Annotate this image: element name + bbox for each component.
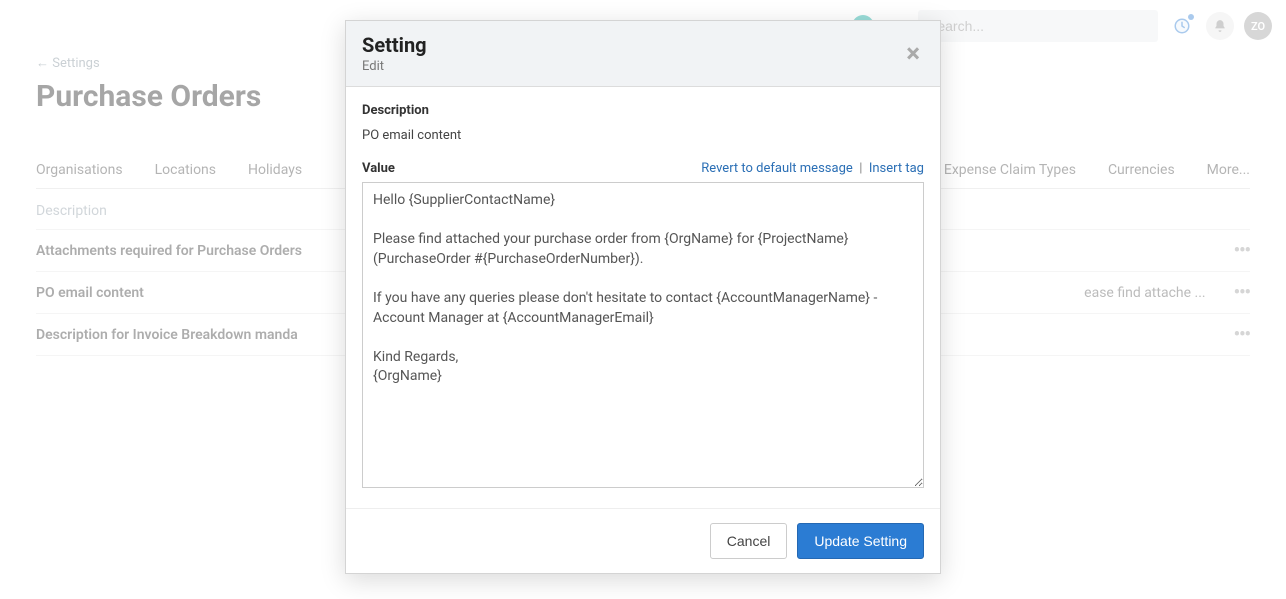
description-value: PO email content [362,128,924,143]
cancel-button[interactable]: Cancel [710,523,788,559]
close-icon[interactable]: × [906,33,924,67]
modal-subtitle: Edit [362,59,427,74]
update-setting-button[interactable]: Update Setting [797,523,924,559]
description-label: Description [362,103,924,118]
setting-modal: Setting Edit × Description PO email cont… [345,20,941,574]
insert-tag-link[interactable]: Insert tag [869,161,924,176]
modal-overlay: Setting Edit × Description PO email cont… [0,0,1286,599]
revert-link[interactable]: Revert to default message [701,161,853,176]
value-textarea[interactable] [362,182,924,488]
modal-title: Setting [362,33,427,57]
value-label: Value [362,161,395,176]
